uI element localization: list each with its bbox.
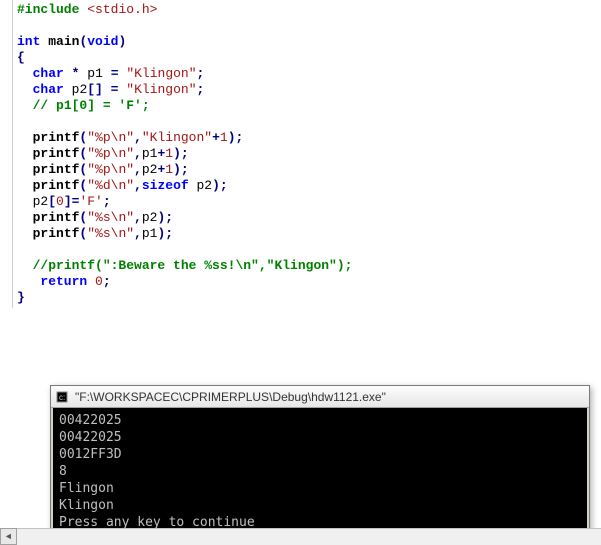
code-line: printf("%s\n",p2); [17, 210, 601, 226]
chevron-left-icon: ◄ [6, 532, 11, 542]
code-line: printf("%d\n",sizeof p2); [17, 178, 601, 194]
code-line [17, 242, 601, 258]
code-line [17, 18, 601, 34]
code-line: printf("%p\n","Klingon"+1); [17, 130, 601, 146]
code-line: printf("%p\n",p1+1); [17, 146, 601, 162]
code-line: } [17, 290, 601, 306]
code-line: // p1[0] = 'F'; [17, 98, 601, 114]
code-line: printf("%p\n",p2+1); [17, 162, 601, 178]
horizontal-scrollbar[interactable]: ◄ [0, 528, 601, 545]
code-line: int main(void) [17, 34, 601, 50]
console-window[interactable]: c: "F:\WORKSPACEC\CPRIMERPLUS\Debug\hdw1… [50, 385, 590, 543]
code-line: #include <stdio.h> [17, 2, 601, 18]
code-line: char p2[] = "Klingon"; [17, 82, 601, 98]
code-line: //printf(":Beware the %ss!\n","Klingon")… [17, 258, 601, 274]
console-output: 00422025 00422025 0012FF3D 8 Flingon Kli… [53, 408, 587, 540]
code-line: char * p1 = "Klingon"; [17, 66, 601, 82]
code-line: { [17, 50, 601, 66]
svg-text:c:: c: [59, 393, 65, 402]
gutter [0, 0, 12, 545]
app-icon: c: [55, 390, 69, 404]
code-editor[interactable]: #include <stdio.h> int main(void) { char… [12, 0, 601, 308]
code-line: printf("%s\n",p1); [17, 226, 601, 242]
code-line: p2[0]='F'; [17, 194, 601, 210]
code-line [17, 114, 601, 130]
scroll-left-button[interactable]: ◄ [0, 528, 17, 545]
console-titlebar[interactable]: c: "F:\WORKSPACEC\CPRIMERPLUS\Debug\hdw1… [51, 386, 589, 408]
code-line: return 0; [17, 274, 601, 290]
console-title: "F:\WORKSPACEC\CPRIMERPLUS\Debug\hdw1121… [75, 390, 386, 404]
